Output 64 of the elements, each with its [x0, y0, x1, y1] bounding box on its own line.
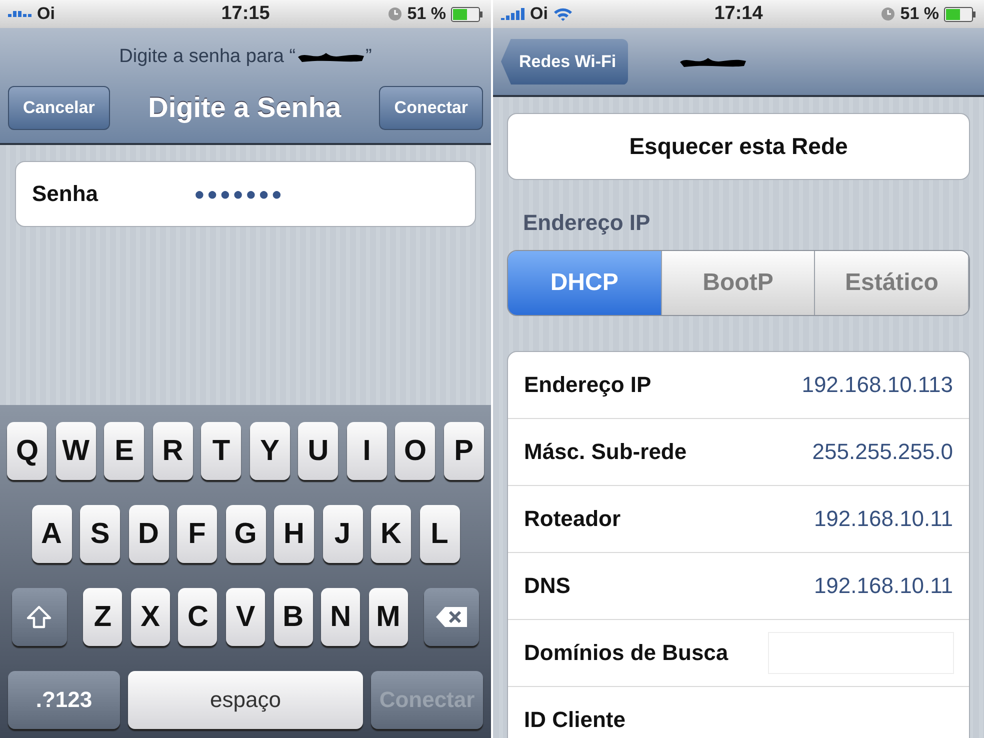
back-button[interactable]: Redes Wi-Fi — [501, 38, 628, 84]
letter-key[interactable]: I — [346, 422, 387, 480]
letter-key[interactable]: T — [201, 422, 242, 480]
letter-key[interactable]: E — [104, 422, 144, 480]
signal-icon — [501, 8, 525, 20]
numbers-key[interactable]: .?123 — [8, 671, 120, 729]
letter-key[interactable]: V — [226, 588, 266, 646]
row-label: DNS — [524, 573, 570, 599]
letter-key[interactable]: Y — [250, 422, 290, 480]
status-time: 17:14 — [714, 3, 763, 25]
letter-key[interactable]: X — [130, 588, 170, 646]
signal-icon — [8, 11, 32, 17]
carrier-name: Oi — [530, 4, 548, 24]
row-value: 255.255.255.0 — [812, 439, 953, 465]
battery-icon — [944, 6, 976, 22]
wifi-icon — [552, 6, 573, 22]
letter-key[interactable]: R — [152, 422, 193, 480]
row-value: 192.168.10.113 — [802, 372, 953, 398]
status-time: 17:15 — [221, 3, 270, 25]
letter-key[interactable]: B — [274, 588, 313, 646]
backspace-icon — [434, 606, 469, 628]
letter-key[interactable]: J — [322, 505, 362, 563]
space-key[interactable]: espaço — [128, 671, 363, 729]
clock-icon — [388, 7, 402, 21]
letter-key[interactable]: N — [321, 588, 360, 646]
letter-key[interactable]: Z — [83, 588, 122, 646]
battery-percent: 51 % — [900, 4, 939, 24]
letter-key[interactable]: O — [395, 422, 436, 480]
clock-icon — [881, 7, 896, 21]
shift-arrow-icon — [26, 605, 52, 629]
battery-icon — [450, 6, 483, 22]
letter-key[interactable]: A — [32, 505, 72, 563]
letter-key[interactable]: W — [56, 422, 96, 480]
letter-key[interactable]: G — [226, 505, 266, 563]
row-value: 192.168.10.11 — [814, 506, 953, 532]
nav-title: Digite a Senha — [148, 92, 342, 124]
letter-key[interactable]: H — [274, 505, 314, 563]
row-label: Másc. Sub-rede — [524, 439, 687, 465]
letter-key[interactable]: Q — [7, 422, 48, 480]
carrier-name: Oi — [37, 4, 55, 24]
forget-network-button[interactable]: Esquecer esta Rede — [507, 113, 970, 180]
letter-key[interactable]: L — [420, 505, 460, 563]
row-label: ID Cliente — [524, 707, 626, 733]
prompt-quote: ” — [366, 46, 372, 68]
password-field[interactable]: Senha ●●●●●●● — [15, 161, 476, 227]
cancel-button[interactable]: Cancelar — [8, 86, 110, 130]
prompt-text: Digite a senha para “ — [119, 46, 296, 68]
letter-key[interactable]: K — [371, 505, 411, 563]
letter-key[interactable]: S — [80, 505, 120, 563]
letter-key[interactable]: C — [178, 588, 218, 646]
letter-key[interactable]: D — [128, 505, 168, 563]
row-label: Domínios de Busca — [524, 640, 728, 666]
section-header: Endereço IP — [523, 210, 652, 236]
connect-button[interactable]: Conectar — [379, 86, 483, 130]
letter-key[interactable]: P — [444, 422, 484, 480]
letter-key[interactable]: M — [368, 588, 408, 646]
letter-key[interactable]: F — [177, 505, 217, 563]
row-value: 192.168.10.11 — [814, 573, 953, 599]
row-label: Roteador — [524, 506, 621, 532]
row-label: Endereço IP — [524, 372, 652, 398]
shift-key[interactable] — [12, 588, 67, 646]
backspace-key[interactable] — [424, 588, 479, 646]
letter-key[interactable]: U — [298, 422, 338, 480]
battery-percent: 51 % — [407, 4, 446, 24]
